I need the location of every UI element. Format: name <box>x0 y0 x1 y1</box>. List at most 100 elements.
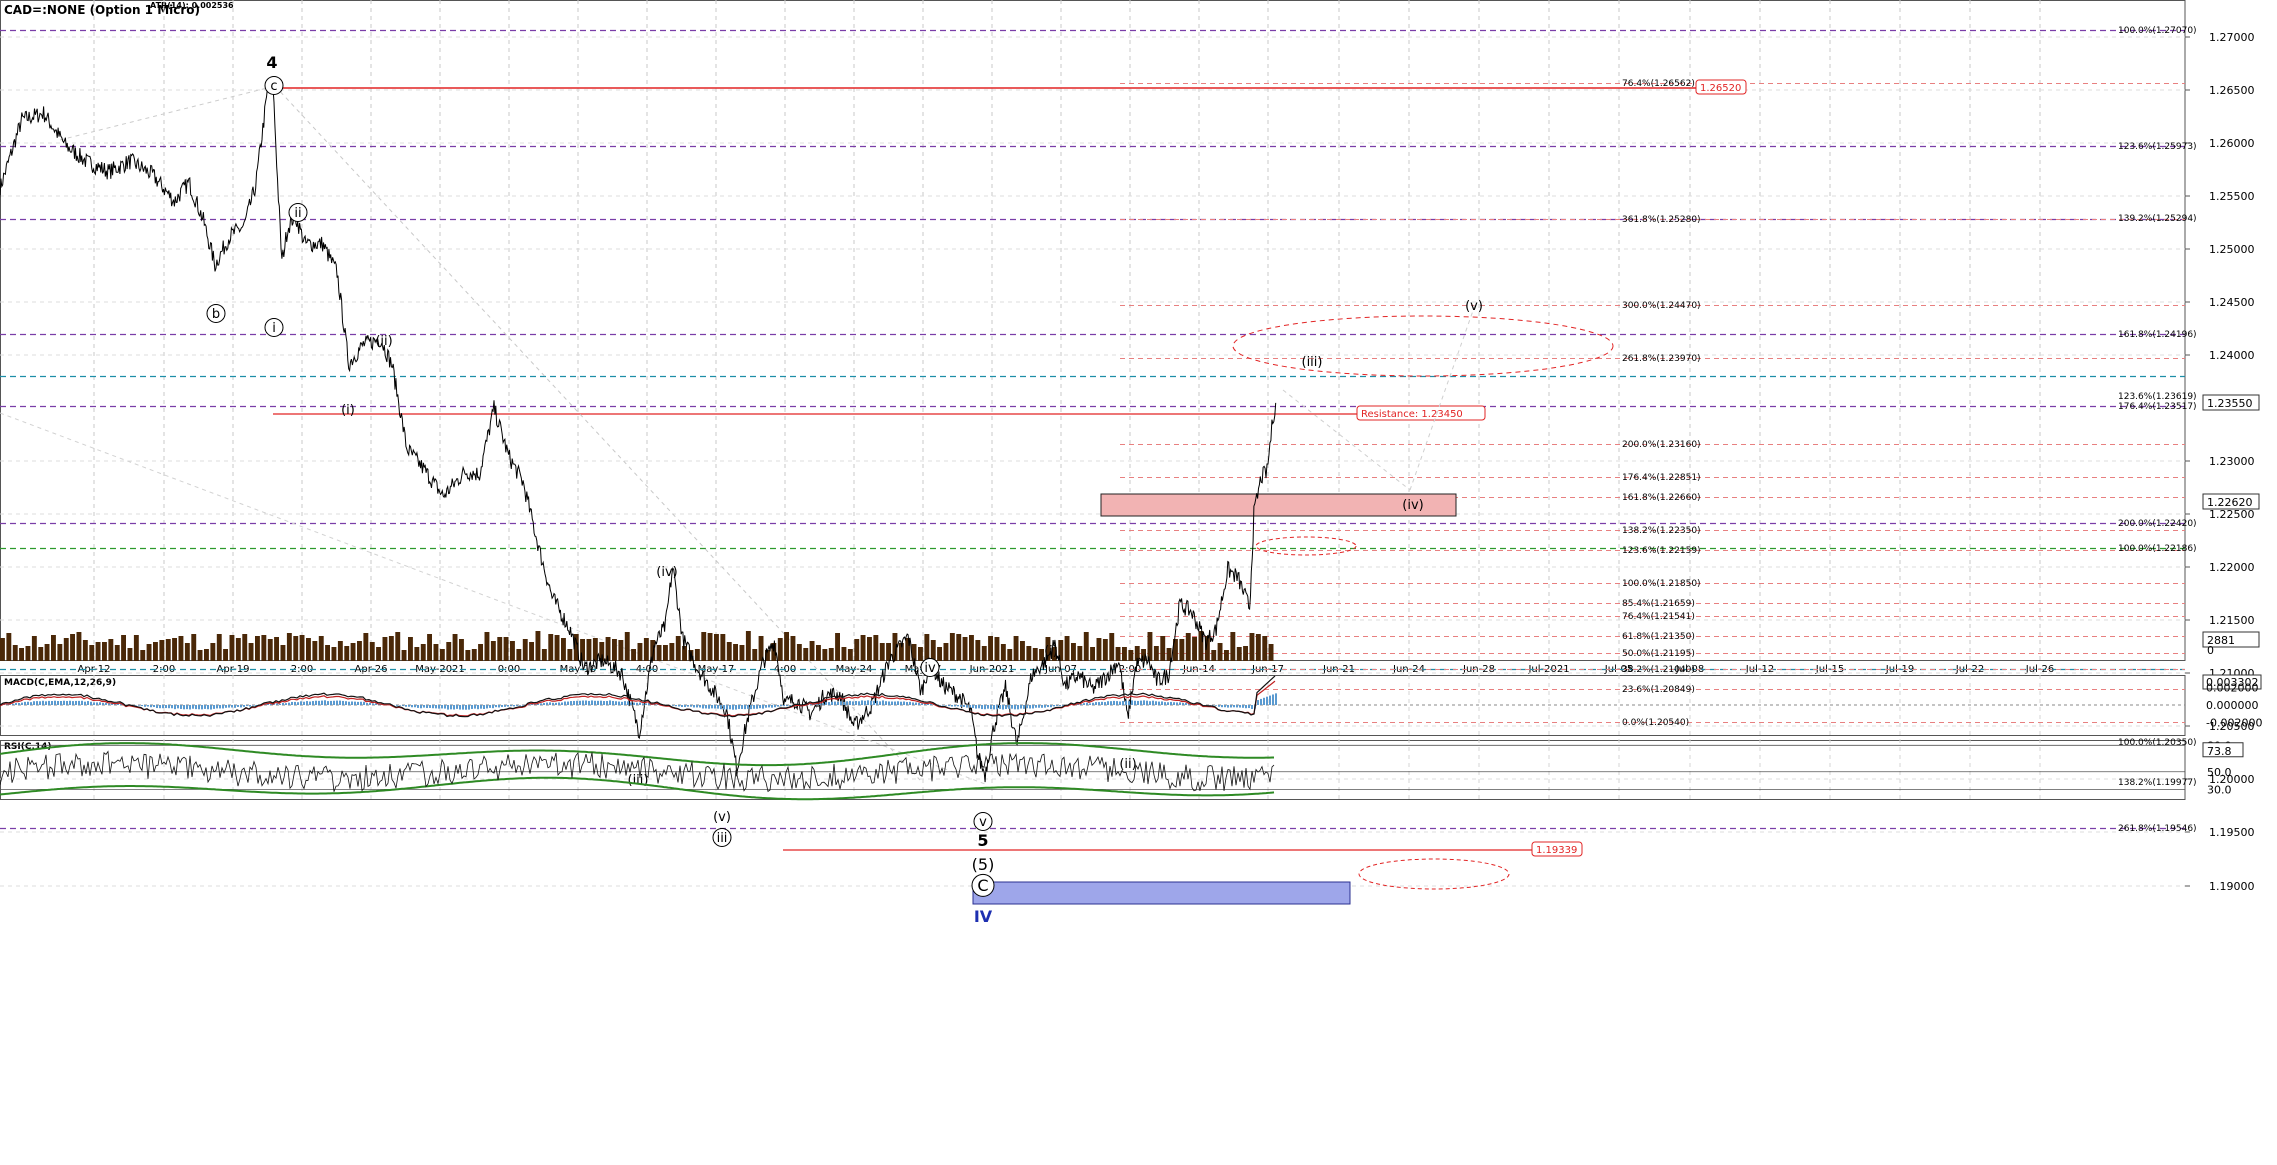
macd-histogram-bar <box>849 700 851 705</box>
guide-line-diagonal <box>0 412 986 785</box>
macd-histogram-bar <box>282 702 284 705</box>
macd-histogram-bar <box>1050 705 1052 708</box>
macd-histogram-bar <box>336 700 338 705</box>
volume-bar <box>637 643 643 661</box>
macd-histogram-bar <box>78 700 80 705</box>
macd-histogram-bar <box>765 705 767 708</box>
wave-labels: 4cbiii(ii)(i)(iv)(iii)(v)iiiivv5(5)CIV(i… <box>206 53 1483 926</box>
macd-histogram-bar <box>633 702 635 705</box>
macd-histogram-bar <box>75 700 77 705</box>
macd-histogram-bar <box>762 705 764 709</box>
macd-histogram-bar <box>1215 705 1217 706</box>
macd-histogram-bar <box>30 702 32 705</box>
volume-bar <box>675 636 681 661</box>
macd-histogram-bar <box>456 705 458 709</box>
volume-bar <box>344 646 350 661</box>
volume-bar <box>663 645 668 661</box>
volume-bar <box>197 650 203 661</box>
wave-label: ii <box>294 206 301 221</box>
volume-bar <box>82 640 88 661</box>
macd-histogram-bar <box>222 705 224 709</box>
macd-histogram-bar <box>1116 701 1118 705</box>
macd-histogram-bar <box>213 705 215 709</box>
macd-histogram-bar <box>72 701 74 705</box>
volume-bar <box>229 635 235 661</box>
volume-bar <box>184 643 190 661</box>
wave-label: 5 <box>977 831 988 850</box>
macd-histogram-bar <box>417 705 419 708</box>
volume-bars <box>0 631 1274 661</box>
volume-bar <box>165 639 171 661</box>
macd-histogram-bar <box>102 702 104 705</box>
macd-histogram-bar <box>411 705 413 708</box>
wave-label: v <box>979 815 987 830</box>
macd-histogram-bar <box>1104 702 1106 705</box>
volume-bar <box>962 637 968 661</box>
volume-bar <box>694 649 700 661</box>
macd-histogram-bar <box>1053 705 1055 707</box>
macd-histogram-bar <box>558 702 560 705</box>
volume-bar <box>12 645 18 661</box>
volume-bar <box>242 634 248 661</box>
volume-bar <box>784 632 789 661</box>
volume-bar <box>835 633 840 661</box>
macd-histogram-bar <box>198 705 200 710</box>
volume-bar <box>159 640 165 661</box>
trading-chart[interactable]: Apr-12 2:00 Apr-19 2:00 Apr-26 May-2021 0:00 Ma… <box>0 0 2277 1165</box>
volume-bar <box>70 634 75 661</box>
y-tick-label: 1.26500 <box>2209 84 2255 97</box>
volume-bar <box>841 647 847 661</box>
macd-histogram-bar <box>1095 702 1097 705</box>
macd-histogram-bar <box>720 705 722 710</box>
macd-histogram-bar <box>357 701 359 705</box>
macd-histogram-bar <box>711 705 713 709</box>
macd-histogram-bar <box>195 705 197 710</box>
volume-bar <box>860 635 866 661</box>
volume-bar <box>382 637 388 661</box>
macd-histogram-bar <box>567 701 569 705</box>
volume-bar <box>1262 636 1268 661</box>
macd-histogram-bar <box>951 705 953 707</box>
macd-histogram-bar <box>1098 702 1100 705</box>
volume-bar <box>745 631 751 661</box>
volume-bar <box>924 634 930 661</box>
macd-histogram-bar <box>549 702 551 705</box>
macd-histogram-bar <box>516 705 518 707</box>
macd-histogram-bar <box>1245 705 1247 709</box>
macd-histogram-bar <box>1026 705 1028 709</box>
volume-bar <box>350 643 356 661</box>
wave-label: iv <box>924 661 936 676</box>
volume-bar <box>943 643 949 661</box>
volume-bar <box>25 646 31 661</box>
macd-histogram-bar <box>555 702 557 705</box>
macd-histogram-bar <box>93 702 95 705</box>
macd-histogram-bar <box>1023 705 1025 709</box>
macd-histogram-bar <box>1185 702 1187 705</box>
volume-bar <box>828 648 834 661</box>
macd-histogram-bar <box>321 700 323 705</box>
macd-histogram-bar <box>87 701 89 705</box>
macd-histogram-bar <box>732 705 734 710</box>
volume-bar <box>1083 632 1089 661</box>
macd-histogram-bar <box>513 705 515 707</box>
wave-label: C <box>977 876 988 895</box>
macd-histogram-bar <box>981 705 983 710</box>
volume-bar <box>816 645 821 661</box>
macd-histogram-bar <box>846 701 848 705</box>
macd-histogram-bar <box>963 705 965 707</box>
macd-histogram-bar <box>987 705 989 709</box>
target-ellipse-upper <box>1232 315 1614 377</box>
volume-bar <box>299 635 305 661</box>
volume-bar <box>739 645 745 661</box>
fib-level-label: 100.0%(1.21850) <box>1622 579 1701 589</box>
macd-y-tick-label: 0.000000 <box>2206 699 2259 712</box>
macd-histogram-bar <box>1008 705 1010 709</box>
volume-bar <box>408 637 413 661</box>
volume-bar <box>401 650 407 661</box>
macd-histogram-bar <box>1173 702 1175 705</box>
macd-histogram-bar <box>510 705 512 707</box>
macd-histogram-bar <box>237 705 239 707</box>
macd-histogram-bar <box>747 705 749 709</box>
macd-histogram-bar <box>42 700 44 705</box>
macd-histogram-bar <box>840 701 842 705</box>
